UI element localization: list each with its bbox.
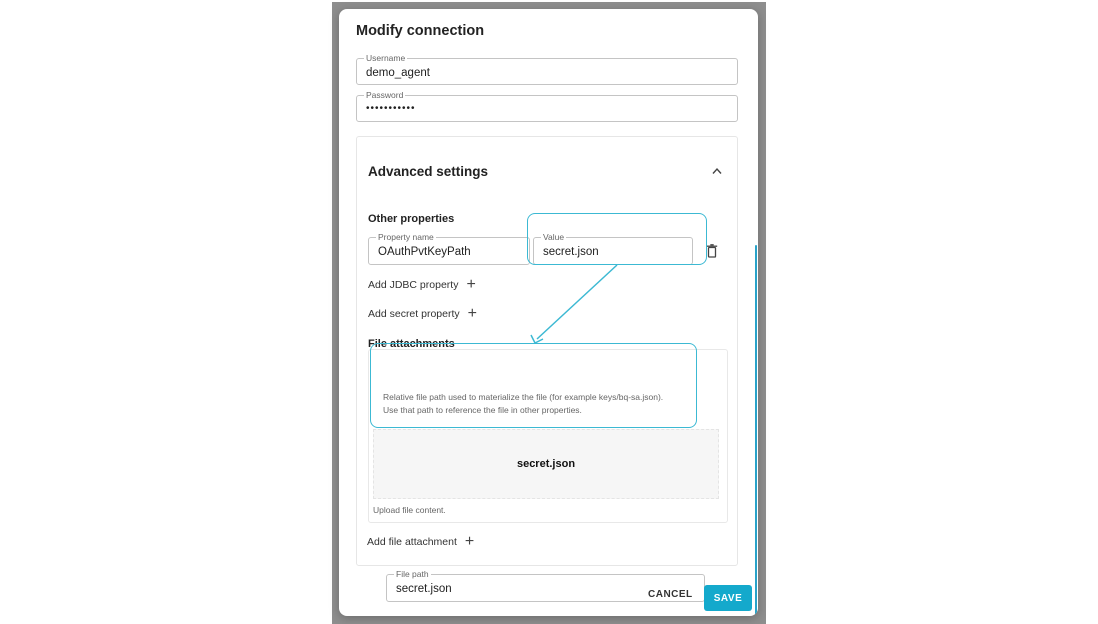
password-field[interactable]: Password ••••••••••• xyxy=(356,90,738,122)
scrollbar-thumb[interactable] xyxy=(755,245,757,616)
username-label: Username xyxy=(364,53,408,63)
file-path-value[interactable]: secret.json xyxy=(396,583,452,595)
scrollbar[interactable] xyxy=(754,57,758,616)
username-field[interactable]: Username demo_agent xyxy=(356,53,738,85)
file-path-highlight-box xyxy=(370,343,697,428)
dialog-title: Modify connection xyxy=(356,23,485,39)
file-path-label: File path xyxy=(394,569,431,579)
property-name-label: Property name xyxy=(376,232,436,242)
password-value[interactable]: ••••••••••• xyxy=(366,103,416,114)
cancel-button[interactable]: CANCEL xyxy=(648,589,693,600)
plus-icon: + xyxy=(467,305,477,322)
add-file-attachment-button[interactable]: Add file attachment + xyxy=(367,533,475,550)
value-highlight-box xyxy=(527,213,707,265)
plus-icon: + xyxy=(466,276,476,293)
add-file-attachment-label: Add file attachment xyxy=(367,536,457,548)
password-label: Password xyxy=(364,90,406,100)
username-value[interactable]: demo_agent xyxy=(366,67,430,79)
uploaded-file-name: secret.json xyxy=(516,458,576,470)
plus-icon: + xyxy=(464,533,475,550)
modify-connection-dialog: Modify connection Username demo_agent Pa… xyxy=(339,9,758,616)
property-name-field[interactable]: Property name OAuthPvtKeyPath xyxy=(368,232,530,265)
advanced-settings-title[interactable]: Advanced settings xyxy=(368,164,488,179)
trash-icon[interactable] xyxy=(706,244,718,258)
property-name-value[interactable]: OAuthPvtKeyPath xyxy=(378,246,471,258)
chevron-up-icon[interactable] xyxy=(712,167,722,175)
add-secret-property-button[interactable]: Add secret property + xyxy=(368,305,477,322)
add-jdbc-property-button[interactable]: Add JDBC property + xyxy=(368,276,476,293)
add-jdbc-property-label: Add JDBC property xyxy=(368,279,459,291)
file-dropzone[interactable]: secret.json xyxy=(373,429,719,499)
save-button[interactable]: SAVE xyxy=(704,585,752,611)
other-properties-heading: Other properties xyxy=(368,213,455,225)
upload-hint: Upload file content. xyxy=(373,505,446,515)
add-secret-property-label: Add secret property xyxy=(368,308,460,320)
